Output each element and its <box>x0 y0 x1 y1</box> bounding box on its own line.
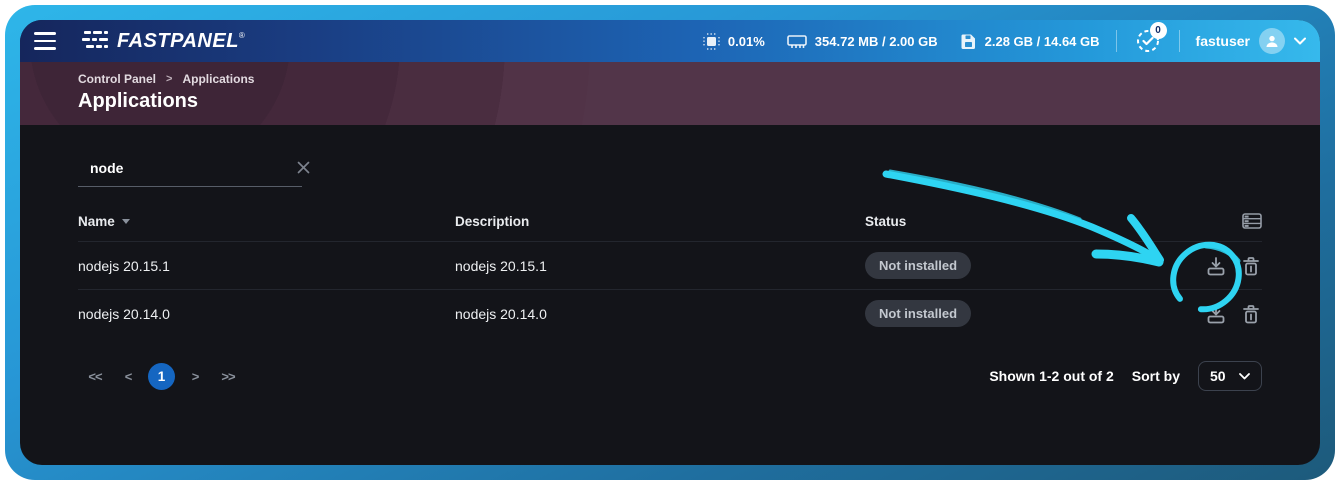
menu-icon[interactable] <box>30 26 60 56</box>
cpu-icon <box>703 33 720 50</box>
cpu-stat: 0.01% <box>703 33 765 50</box>
chevron-down-icon <box>1239 373 1250 380</box>
pagination-bar: << < 1 > >> Shown 1-2 out of 2 Sort by 5… <box>78 361 1262 391</box>
notification-badge: 0 <box>1150 22 1167 39</box>
app-name: nodejs 20.15.1 <box>78 258 455 274</box>
table-row[interactable]: nodejs 20.15.1 nodejs 20.15.1 Not instal… <box>78 241 1262 289</box>
topbar-divider <box>1116 30 1117 52</box>
app-name: nodejs 20.14.0 <box>78 306 455 322</box>
delete-button[interactable] <box>1240 255 1262 277</box>
column-header-description: Description <box>455 214 865 229</box>
topbar-divider <box>1179 30 1180 52</box>
topbar-right: 0.01% 354.72 MB / 2.00 GB 2. <box>681 26 1306 56</box>
breadcrumb: Control Panel > Applications <box>78 72 1320 86</box>
fastpanel-logo: FASTPANEL ® <box>82 30 245 53</box>
topbar: FASTPANEL ® 0.01% <box>20 20 1320 62</box>
next-page-button[interactable]: > <box>182 369 208 384</box>
column-header-name[interactable]: Name <box>78 214 455 229</box>
disk-value: 2.28 GB / 14.64 GB <box>985 34 1100 49</box>
download-icon <box>1205 303 1227 325</box>
pagination-info: Shown 1-2 out of 2 Sort by 50 <box>989 361 1262 391</box>
user-menu[interactable]: fastuser <box>1196 28 1306 54</box>
pagination-controls: << < 1 > >> <box>82 363 241 390</box>
sort-caret-icon <box>122 219 130 224</box>
last-page-button[interactable]: >> <box>215 369 241 384</box>
status-badge: Not installed <box>865 252 971 279</box>
logo-text: FASTPANEL <box>117 30 239 53</box>
ram-value: 354.72 MB / 2.00 GB <box>815 34 938 49</box>
disk-icon <box>960 33 977 50</box>
table-row[interactable]: nodejs 20.14.0 nodejs 20.14.0 Not instal… <box>78 289 1262 337</box>
disk-stat: 2.28 GB / 14.64 GB <box>960 33 1100 50</box>
table-columns-icon <box>1242 213 1262 229</box>
status-badge: Not installed <box>865 300 971 327</box>
delete-button[interactable] <box>1240 303 1262 325</box>
person-icon <box>1265 34 1279 48</box>
page-size-select[interactable]: 50 <box>1198 361 1262 391</box>
search-box <box>78 155 302 187</box>
sort-by-label: Sort by <box>1132 368 1180 384</box>
app-description: nodejs 20.15.1 <box>455 258 865 274</box>
table-header: Name Description Status <box>78 201 1262 241</box>
breadcrumb-control-panel[interactable]: Control Panel <box>78 72 156 86</box>
fastpanel-window: FASTPANEL ® 0.01% <box>20 20 1320 465</box>
trash-icon <box>1240 303 1262 325</box>
clear-search-icon[interactable] <box>296 160 311 175</box>
page-title: Applications <box>78 90 1320 113</box>
install-button[interactable] <box>1205 303 1227 325</box>
cpu-value: 0.01% <box>728 34 765 49</box>
ram-stat: 354.72 MB / 2.00 GB <box>787 34 938 49</box>
download-icon <box>1205 255 1227 277</box>
trash-icon <box>1240 255 1262 277</box>
shown-count-label: Shown 1-2 out of 2 <box>989 368 1113 384</box>
prev-page-button[interactable]: < <box>115 369 141 384</box>
breadcrumb-separator: > <box>166 73 172 85</box>
app-description: nodejs 20.14.0 <box>455 306 865 322</box>
install-button[interactable] <box>1205 255 1227 277</box>
logo-registered-mark: ® <box>239 31 245 40</box>
current-page-button[interactable]: 1 <box>148 363 175 390</box>
page-size-value: 50 <box>1210 368 1226 384</box>
avatar <box>1259 28 1285 54</box>
breadcrumb-applications[interactable]: Applications <box>182 72 254 86</box>
column-header-status: Status <box>865 214 1182 229</box>
search-input[interactable] <box>90 160 286 176</box>
first-page-button[interactable]: << <box>82 369 108 384</box>
page-header-band: Control Panel > Applications Application… <box>20 62 1320 125</box>
notifications-button[interactable]: 0 <box>1133 26 1163 56</box>
username: fastuser <box>1196 33 1250 49</box>
column-settings-button[interactable] <box>1242 213 1262 229</box>
ram-icon <box>787 34 807 49</box>
main-content: Name Description Status nodejs 20.15.1 n… <box>20 155 1320 391</box>
chevron-down-icon[interactable] <box>1294 37 1306 45</box>
speed-lines-icon <box>82 30 110 51</box>
